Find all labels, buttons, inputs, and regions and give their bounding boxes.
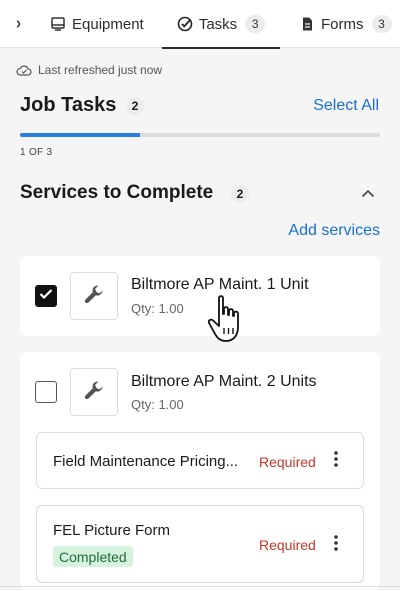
form-item[interactable]: FEL Picture Form Completed Required	[36, 505, 364, 583]
tasks-check-icon	[177, 16, 193, 32]
service-name: Biltmore AP Maint. 2 Units	[131, 373, 317, 390]
equipment-icon	[50, 16, 66, 32]
add-services-button[interactable]: Add services	[288, 222, 380, 240]
wrench-icon	[83, 379, 105, 406]
tab-equipment-label: Equipment	[72, 15, 144, 33]
partial-tab-icon	[16, 16, 32, 32]
active-tab-underline	[162, 47, 280, 49]
job-tasks-count: 2	[126, 97, 144, 115]
collapse-services-button[interactable]	[358, 184, 378, 204]
document-icon	[299, 16, 315, 32]
job-progress-fill	[20, 133, 140, 137]
service-thumbnail	[70, 272, 118, 320]
kebab-menu-icon	[334, 534, 338, 556]
tab-forms-label: Forms	[321, 15, 364, 33]
form-menu-button[interactable]	[328, 450, 344, 472]
select-all-button[interactable]: Select All	[313, 97, 379, 115]
bottom-divider	[0, 586, 400, 587]
form-status: Required	[259, 537, 316, 553]
tab-partial[interactable]	[16, 0, 38, 48]
tab-tasks-label: Tasks	[198, 15, 238, 33]
wrench-icon	[83, 283, 105, 310]
services-count: 2	[231, 185, 249, 203]
cloud-check-icon	[16, 64, 32, 76]
completed-badge: Completed	[53, 546, 133, 567]
tab-bar: Equipment Tasks 3 Forms 3	[0, 0, 400, 49]
job-tasks-title: Job Tasks	[20, 94, 117, 116]
service-qty: Qty: 1.00	[131, 301, 184, 316]
tab-forms-count: 3	[371, 15, 392, 33]
job-progress-bar	[20, 133, 380, 137]
tab-forms[interactable]: Forms 3	[299, 0, 392, 48]
services-title: Services to Complete	[20, 182, 214, 203]
tab-tasks[interactable]: Tasks 3	[162, 0, 280, 49]
service-name: Biltmore AP Maint. 1 Unit	[131, 276, 309, 293]
form-name: FEL Picture Form	[53, 522, 170, 539]
checkmark-icon	[39, 287, 53, 305]
service-card: Biltmore AP Maint. 1 Unit Qty: 1.00	[20, 256, 380, 336]
refresh-text: Last refreshed just now	[38, 63, 163, 77]
form-name: Field Maintenance Pricing...	[53, 453, 239, 470]
form-item[interactable]: Field Maintenance Pricing... Required	[36, 432, 364, 489]
job-progress-label: 1 OF 3	[20, 147, 53, 158]
form-status: Required	[259, 454, 316, 470]
service-checkbox[interactable]	[35, 285, 57, 307]
tab-tasks-count: 3	[245, 15, 266, 33]
service-card: Biltmore AP Maint. 2 Units Qty: 1.00 Fie…	[20, 352, 380, 591]
service-thumbnail	[70, 368, 118, 416]
form-menu-button[interactable]	[328, 534, 344, 556]
service-qty: Qty: 1.00	[131, 397, 184, 412]
tab-equipment[interactable]: Equipment	[50, 0, 144, 48]
refresh-status: Last refreshed just now	[16, 63, 162, 77]
chevron-up-icon	[361, 185, 375, 203]
kebab-menu-icon	[334, 450, 338, 472]
service-checkbox[interactable]	[35, 381, 57, 403]
